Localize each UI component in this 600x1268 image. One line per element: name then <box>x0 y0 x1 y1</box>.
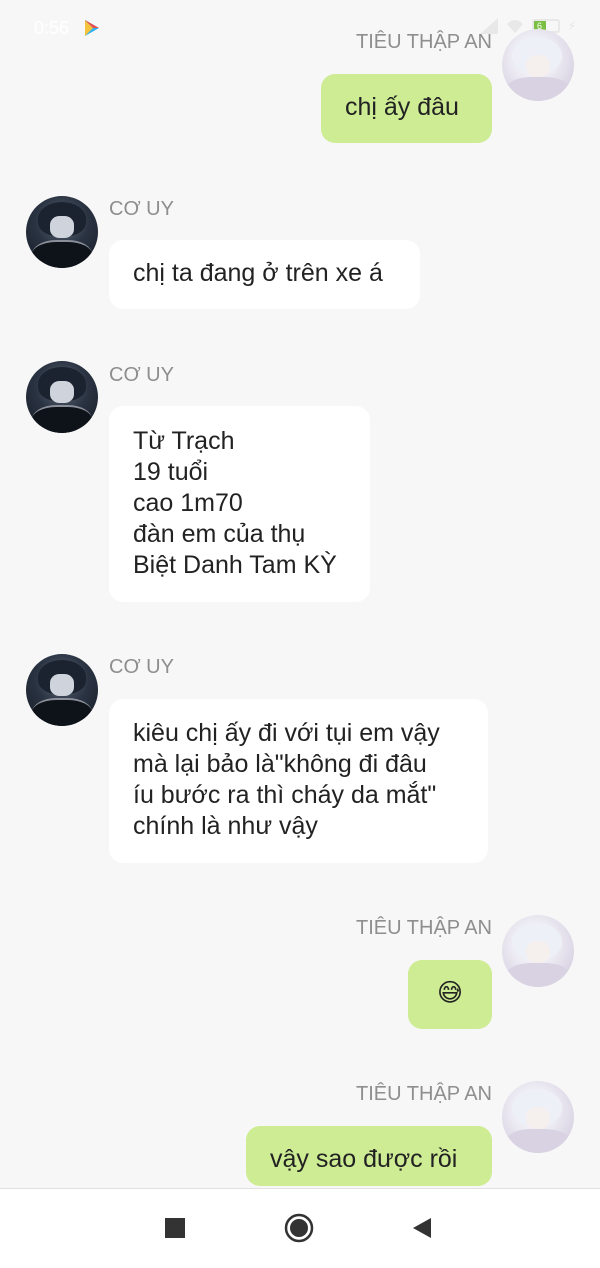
home-button[interactable] <box>284 1213 314 1243</box>
sender-name: CƠ UY <box>109 364 174 386</box>
triangle-back-icon <box>413 1218 431 1238</box>
message-bubble[interactable]: Từ Trạch 19 tuổi cao 1m70 đàn em của thụ… <box>109 406 370 602</box>
sender-name: TIÊU THẬP AN <box>356 917 492 939</box>
sender-name: CƠ UY <box>109 198 174 220</box>
sender-name: TIÊU THẬP AN <box>356 1083 492 1105</box>
sender-name: TIÊU THẬP AN <box>356 31 492 53</box>
avatar[interactable] <box>502 29 574 101</box>
message-bubble[interactable]: kiêu chị ấy đi với tụi em vậy mà lại bảo… <box>109 699 488 863</box>
avatar[interactable] <box>502 1081 574 1153</box>
message-bubble[interactable]: vậy sao được rồi <box>246 1126 492 1186</box>
play-store-icon <box>85 20 99 36</box>
navigation-bar <box>0 1188 600 1268</box>
back-button[interactable] <box>406 1213 436 1243</box>
avatar[interactable] <box>26 361 98 433</box>
avatar[interactable] <box>26 196 98 268</box>
message-bubble[interactable]: chị ấy đâu <box>321 74 492 143</box>
recents-button[interactable] <box>160 1213 190 1243</box>
avatar[interactable] <box>502 915 574 987</box>
status-time: 0:56 <box>34 18 70 38</box>
avatar[interactable] <box>26 654 98 726</box>
sender-name: CƠ UY <box>109 656 174 678</box>
message-bubble[interactable]: chị ta đang ở trên xe á <box>109 240 420 309</box>
message-bubble[interactable]: 😅 <box>408 960 492 1029</box>
charging-icon: ⚡ <box>567 19 576 33</box>
wifi-icon <box>506 20 523 33</box>
square-icon <box>165 1218 185 1238</box>
circle-icon <box>284 1213 314 1243</box>
